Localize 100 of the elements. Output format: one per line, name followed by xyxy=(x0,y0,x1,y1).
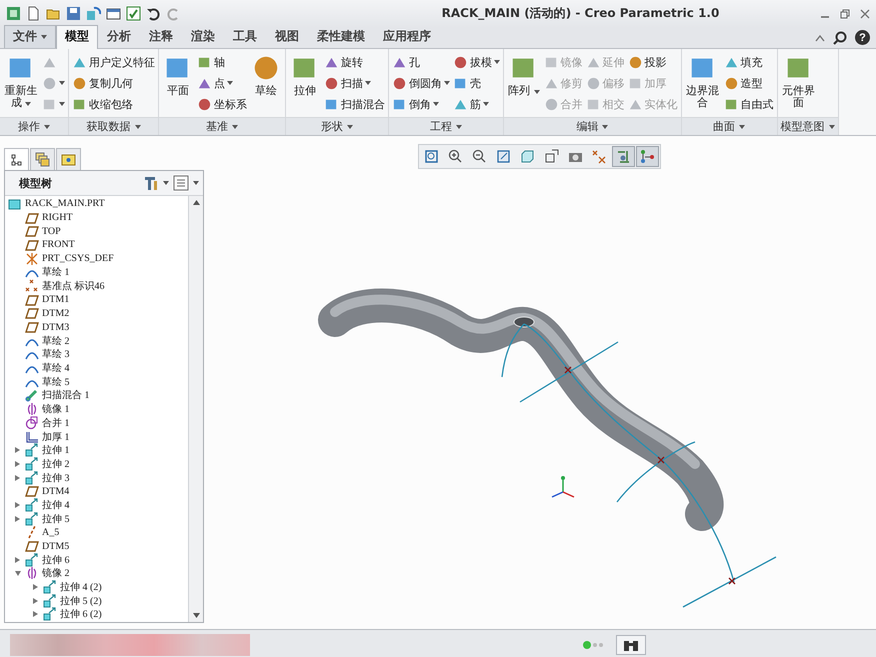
tree-item[interactable]: 加厚 1 xyxy=(42,430,70,444)
group-label[interactable]: 获取数据 xyxy=(69,117,158,135)
tree-item[interactable]: 拉伸 2 xyxy=(42,456,70,471)
tree-item[interactable]: 拉伸 3 xyxy=(42,470,70,485)
tree-item[interactable]: 拉伸 6 (2) xyxy=(60,607,102,622)
ribbon-button[interactable]: 筋 xyxy=(453,95,500,113)
close-icon[interactable] xyxy=(860,8,870,18)
tree-item[interactable]: PRT_CSYS_DEF xyxy=(42,253,114,264)
expand-arrow-icon[interactable] xyxy=(15,460,20,467)
tree-item[interactable]: 镜像 2 xyxy=(42,566,70,580)
expand-arrow-icon[interactable] xyxy=(33,584,38,590)
expand-arrow-icon[interactable] xyxy=(15,474,20,481)
restore-icon[interactable] xyxy=(840,8,850,18)
scroll-down-icon[interactable] xyxy=(192,613,200,618)
expand-arrow-icon[interactable] xyxy=(15,556,20,563)
ribbon-button[interactable]: 投影 xyxy=(628,53,678,71)
checklist-icon[interactable] xyxy=(126,6,141,21)
list-icon[interactable] xyxy=(173,175,189,191)
tree-item[interactable]: 合并 1 xyxy=(42,416,70,430)
settings-icon[interactable] xyxy=(143,175,159,191)
ribbon-button[interactable]: 扫描混合 xyxy=(324,95,385,113)
tree-item[interactable]: 拉伸 1 xyxy=(42,443,70,458)
tree-item[interactable]: 拉伸 4 (2) xyxy=(60,580,102,594)
tree-item[interactable]: RIGHT xyxy=(42,212,73,224)
tree-item[interactable]: 草绘 4 xyxy=(42,361,70,376)
expand-arrow-icon[interactable] xyxy=(15,502,20,508)
help-button[interactable]: ? xyxy=(855,30,870,45)
tree-item[interactable]: 拉伸 5 xyxy=(42,512,70,526)
new-file-icon[interactable] xyxy=(26,6,41,21)
ribbon-button[interactable]: 收缩包络 xyxy=(72,95,155,113)
ribbon-button[interactable]: 平面 xyxy=(162,53,194,117)
ribbon-tab[interactable]: 工具 xyxy=(224,25,266,48)
tree-item[interactable]: TOP xyxy=(42,226,61,237)
group-label[interactable]: 工程 xyxy=(389,117,503,135)
tree-item[interactable]: RACK_MAIN.PRT xyxy=(25,198,105,210)
tree-tab[interactable] xyxy=(4,148,29,170)
collapse-icon[interactable] xyxy=(815,34,825,42)
save-icon[interactable] xyxy=(66,6,81,21)
expand-arrow-icon[interactable] xyxy=(33,598,38,604)
ribbon-button[interactable]: 壳 xyxy=(453,74,500,92)
ribbon-tab[interactable]: 模型 xyxy=(56,25,98,49)
ribbon-button[interactable]: 填充 xyxy=(724,53,774,71)
file-menu[interactable]: 文件 xyxy=(4,25,56,48)
scroll-up-icon[interactable] xyxy=(192,200,200,205)
ribbon-button[interactable]: 阵列 xyxy=(507,53,540,117)
ribbon-button[interactable]: 拉伸 xyxy=(289,53,321,117)
ribbon-tab[interactable]: 注释 xyxy=(140,25,182,48)
ribbon-button[interactable]: 轴 xyxy=(197,53,247,71)
group-label[interactable]: 操作 xyxy=(0,117,68,135)
tree-item[interactable]: A_5 xyxy=(42,526,60,538)
ribbon-button[interactable]: 自由式 xyxy=(724,95,774,113)
ribbon-button[interactable]: 边界混合 xyxy=(684,53,720,117)
ribbon-button[interactable]: 点 xyxy=(197,74,247,92)
folder-tab[interactable] xyxy=(56,148,81,170)
window-icon[interactable] xyxy=(106,6,121,21)
tree-item[interactable]: 镜像 1 xyxy=(42,402,70,416)
tree-item[interactable]: 扫描混合 1 xyxy=(42,388,90,402)
tree-item[interactable]: DTM4 xyxy=(42,486,70,497)
layers-tab[interactable] xyxy=(30,148,55,170)
tree-item[interactable]: DTM3 xyxy=(42,322,70,333)
ribbon-tab[interactable]: 应用程序 xyxy=(374,25,440,48)
group-label[interactable]: 基准 xyxy=(159,117,285,135)
tree-item[interactable]: DTM1 xyxy=(42,294,70,306)
tree-item[interactable]: 拉伸 5 (2) xyxy=(60,594,102,608)
tree-item[interactable]: 草绘 1 xyxy=(42,265,70,280)
ribbon-button[interactable]: 坐标系 xyxy=(197,95,247,113)
group-label[interactable]: 曲面 xyxy=(682,117,776,135)
tree-item[interactable]: 拉伸 4 xyxy=(42,498,70,512)
ribbon-tab[interactable]: 柔性建模 xyxy=(308,25,374,48)
ribbon-button[interactable]: 旋转 xyxy=(324,53,385,71)
tree-item[interactable]: DTM2 xyxy=(42,308,70,319)
tree-item[interactable]: 拉伸 6 xyxy=(42,552,70,567)
tree-item[interactable]: 基准点 标识46 xyxy=(42,278,104,293)
search-icon[interactable] xyxy=(833,30,847,44)
expand-arrow-icon[interactable] xyxy=(15,447,20,454)
tree-item[interactable]: 草绘 3 xyxy=(42,347,70,362)
expand-arrow-icon[interactable] xyxy=(33,611,38,618)
ribbon-button[interactable]: 倒圆角 xyxy=(392,74,450,92)
ribbon-button[interactable]: 孔 xyxy=(392,53,450,71)
tree-item[interactable]: FRONT xyxy=(42,239,75,250)
ribbon-button[interactable]: 拔模 xyxy=(453,53,500,71)
ribbon-button[interactable]: 复制几何 xyxy=(72,74,155,92)
ribbon-button[interactable]: 扫描 xyxy=(324,74,385,92)
undo-icon[interactable] xyxy=(146,6,161,21)
ribbon-button[interactable]: 元件界面 xyxy=(780,53,816,117)
ribbon-button[interactable]: 用户定义特征 xyxy=(72,53,155,71)
ribbon-tab[interactable]: 渲染 xyxy=(182,25,224,48)
ribbon-button[interactable]: 草绘 xyxy=(250,53,282,117)
ribbon-button[interactable]: 倒角 xyxy=(392,95,450,113)
ribbon-tab[interactable]: 分析 xyxy=(98,25,140,48)
ribbon-button[interactable]: 造型 xyxy=(724,74,774,92)
ribbon-button[interactable]: 重新生成 xyxy=(3,53,39,117)
scrollbar[interactable] xyxy=(188,196,203,622)
tree-item[interactable]: DTM5 xyxy=(42,540,70,552)
ribbon-tab[interactable]: 视图 xyxy=(266,25,308,48)
find-button[interactable] xyxy=(616,635,646,655)
group-label[interactable]: 模型意图 xyxy=(778,117,838,135)
tree-item[interactable]: 草绘 5 xyxy=(42,374,70,389)
expand-arrow-icon[interactable] xyxy=(14,570,20,576)
group-label[interactable]: 形状 xyxy=(286,117,388,135)
